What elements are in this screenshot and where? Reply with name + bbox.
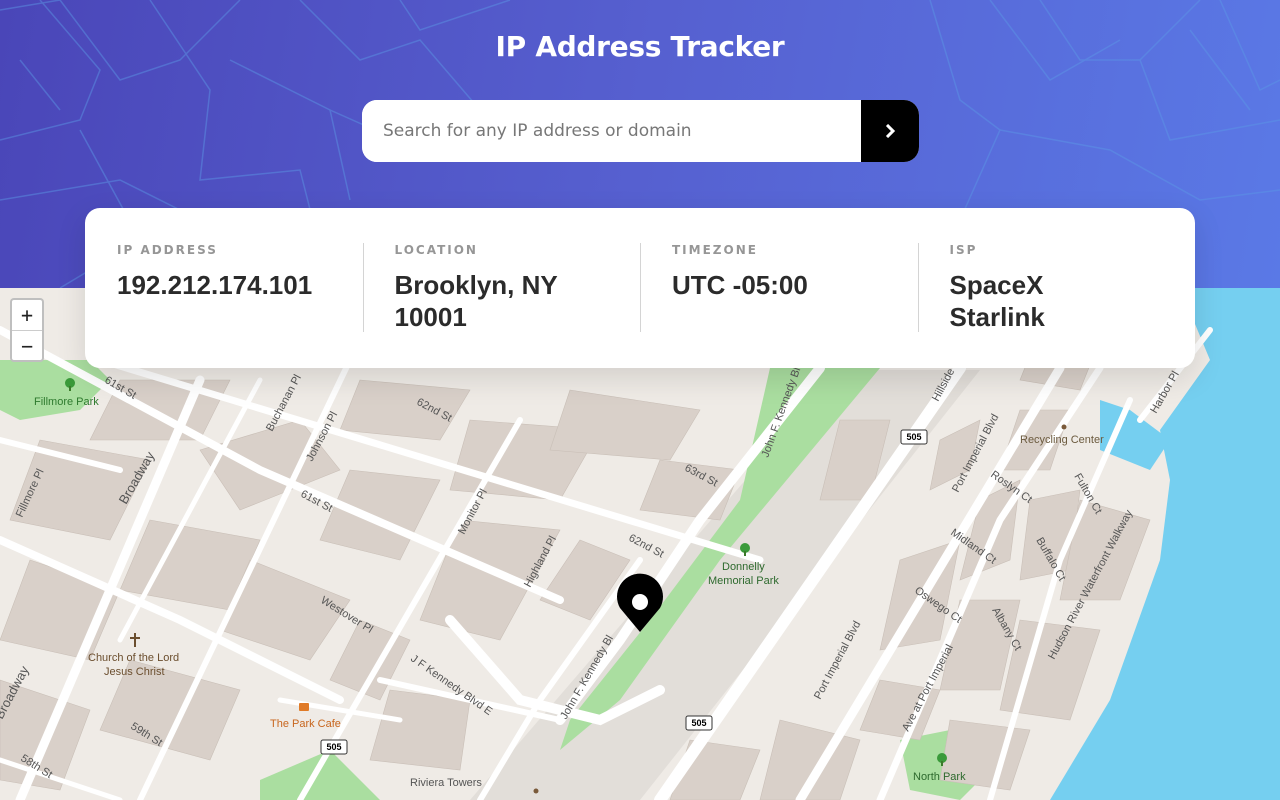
isp-section: ISP SpaceX Starlink: [917, 242, 1196, 334]
isp-value: SpaceX Starlink: [949, 270, 1045, 332]
map-label: North Park: [913, 771, 966, 783]
location-value: Brooklyn, NY 10001: [394, 270, 558, 332]
zoom-in-button[interactable]: +: [12, 300, 42, 330]
map-label: Fillmore Park: [34, 396, 99, 408]
location-label: LOCATION: [394, 243, 478, 257]
ip-info-card: IP ADDRESS 192.212.174.101 LOCATION Broo…: [85, 208, 1195, 368]
timezone-label: TIMEZONE: [672, 243, 758, 257]
route-shield-505: 505: [906, 432, 921, 442]
page-title: IP Address Tracker: [495, 30, 785, 63]
map-label: Donnelly: [722, 561, 765, 573]
zoom-control: + −: [10, 298, 44, 362]
search-bar: [362, 100, 919, 162]
timezone-section: TIMEZONE UTC -05:00: [640, 242, 918, 334]
map-label: Church of the Lord: [88, 652, 179, 664]
search-submit-button[interactable]: [861, 100, 919, 162]
ip-address-value: 192.212.174.101: [117, 270, 313, 300]
map-label: The Park Cafe: [270, 718, 341, 730]
isp-label: ISP: [949, 243, 978, 257]
map-label: Memorial Park: [708, 575, 779, 587]
zoom-out-button[interactable]: −: [12, 330, 42, 360]
location-section: LOCATION Brooklyn, NY 10001: [362, 242, 641, 334]
map-label: Jesus Christ: [104, 666, 165, 678]
timezone-value: UTC -05:00: [672, 270, 808, 300]
route-shield-505: 505: [326, 742, 341, 752]
chevron-right-icon: [885, 124, 896, 138]
map-label: Riviera Towers: [410, 777, 482, 789]
ip-address-section: IP ADDRESS 192.212.174.101: [85, 242, 363, 334]
route-shield-505: 505: [691, 718, 706, 728]
ip-address-label: IP ADDRESS: [117, 243, 218, 257]
map-label: Recycling Center: [1020, 434, 1104, 446]
cafe-icon: [299, 703, 309, 711]
search-input[interactable]: [362, 100, 861, 162]
